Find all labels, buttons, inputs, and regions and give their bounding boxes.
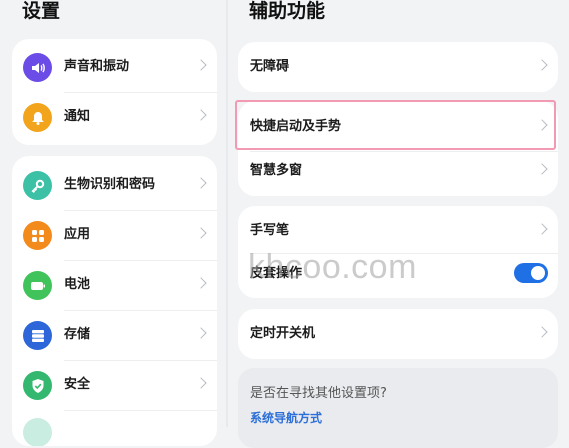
shield-check-icon [23,371,52,400]
stylus-cover-card: 手写笔 皮套操作 [238,206,558,298]
storage-icon [23,321,52,350]
accessibility-card: 无障碍 [238,42,558,92]
chevron-right-icon [536,59,548,71]
chevron-right-icon [195,59,207,71]
smart-multiwindow-item[interactable]: 智慧多窗 [238,146,558,196]
item-label: 定时开关机 [250,326,316,341]
chevron-right-icon [195,327,207,339]
chevron-right-icon [536,119,548,131]
chevron-right-icon [195,277,207,289]
battery-icon [23,271,52,300]
chevron-right-icon [195,177,207,189]
hint-question: 是否在寻找其他设置项? [250,386,387,401]
chevron-right-icon [536,326,548,338]
gestures-card: 快捷启动及手势 智慧多窗 [238,101,558,196]
sidebar-item-storage[interactable]: 存储 [12,310,217,360]
sidebar-item-label: 通知 [64,109,91,124]
sidebar-item-sound[interactable]: 声音和振动 [12,42,217,92]
apps-grid-icon [23,221,52,250]
sidebar-item-label: 存储 [64,327,91,342]
speaker-icon [23,53,52,82]
sidebar-item-biometrics[interactable]: 生物识别和密码 [12,160,217,210]
chevron-right-icon [195,227,207,239]
sidebar-item-label: 电池 [64,277,91,292]
cover-operation-toggle[interactable] [514,263,548,283]
settings-sidebar: 设置 声音和振动 通知 生物识别和密码 应用 电池 存储 安全 [0,0,226,446]
page-title: 辅助功能 [249,0,326,22]
sound-notify-card: 声音和振动 通知 [12,39,217,145]
sidebar-item-label: 应用 [64,227,91,242]
sidebar-item-apps[interactable]: 应用 [12,210,217,260]
sidebar-item-label: 生物识别和密码 [64,177,156,192]
scheduled-power-card: 定时开关机 [238,309,558,359]
settings-title: 设置 [22,0,61,22]
system-navigation-link[interactable]: 系统导航方式 [250,409,322,426]
chevron-right-icon [195,109,207,121]
sidebar-item-notifications[interactable]: 通知 [12,92,217,142]
chevron-right-icon [195,377,207,389]
divider [64,410,217,411]
sidebar-item-battery[interactable]: 电池 [12,260,217,310]
accessibility-item[interactable]: 无障碍 [238,42,558,92]
item-label: 皮套操作 [250,266,303,281]
bell-icon [23,103,52,132]
system-settings-card: 生物识别和密码 应用 电池 存储 安全 [12,156,217,446]
toggle-knob [531,266,545,280]
chevron-right-icon [536,163,548,175]
sidebar-item-label: 安全 [64,377,91,392]
more-settings-icon [23,418,52,446]
sidebar-item-security[interactable]: 安全 [12,360,217,410]
key-icon [23,171,52,200]
scheduled-power-item[interactable]: 定时开关机 [238,309,558,359]
sidebar-item-label: 声音和振动 [64,59,130,74]
item-label: 无障碍 [250,59,290,74]
item-label: 快捷启动及手势 [250,119,342,134]
search-hint-card: 是否在寻找其他设置项? 系统导航方式 [238,368,558,448]
chevron-right-icon [536,223,548,235]
cover-operation-item: 皮套操作 [238,249,558,298]
shortcuts-gestures-item[interactable]: 快捷启动及手势 [238,102,558,152]
item-label: 智慧多窗 [250,163,303,178]
accessibility-panel: 辅助功能 无障碍 快捷启动及手势 智慧多窗 手写笔 皮套操作 定时开关机 是否在… [228,0,569,448]
